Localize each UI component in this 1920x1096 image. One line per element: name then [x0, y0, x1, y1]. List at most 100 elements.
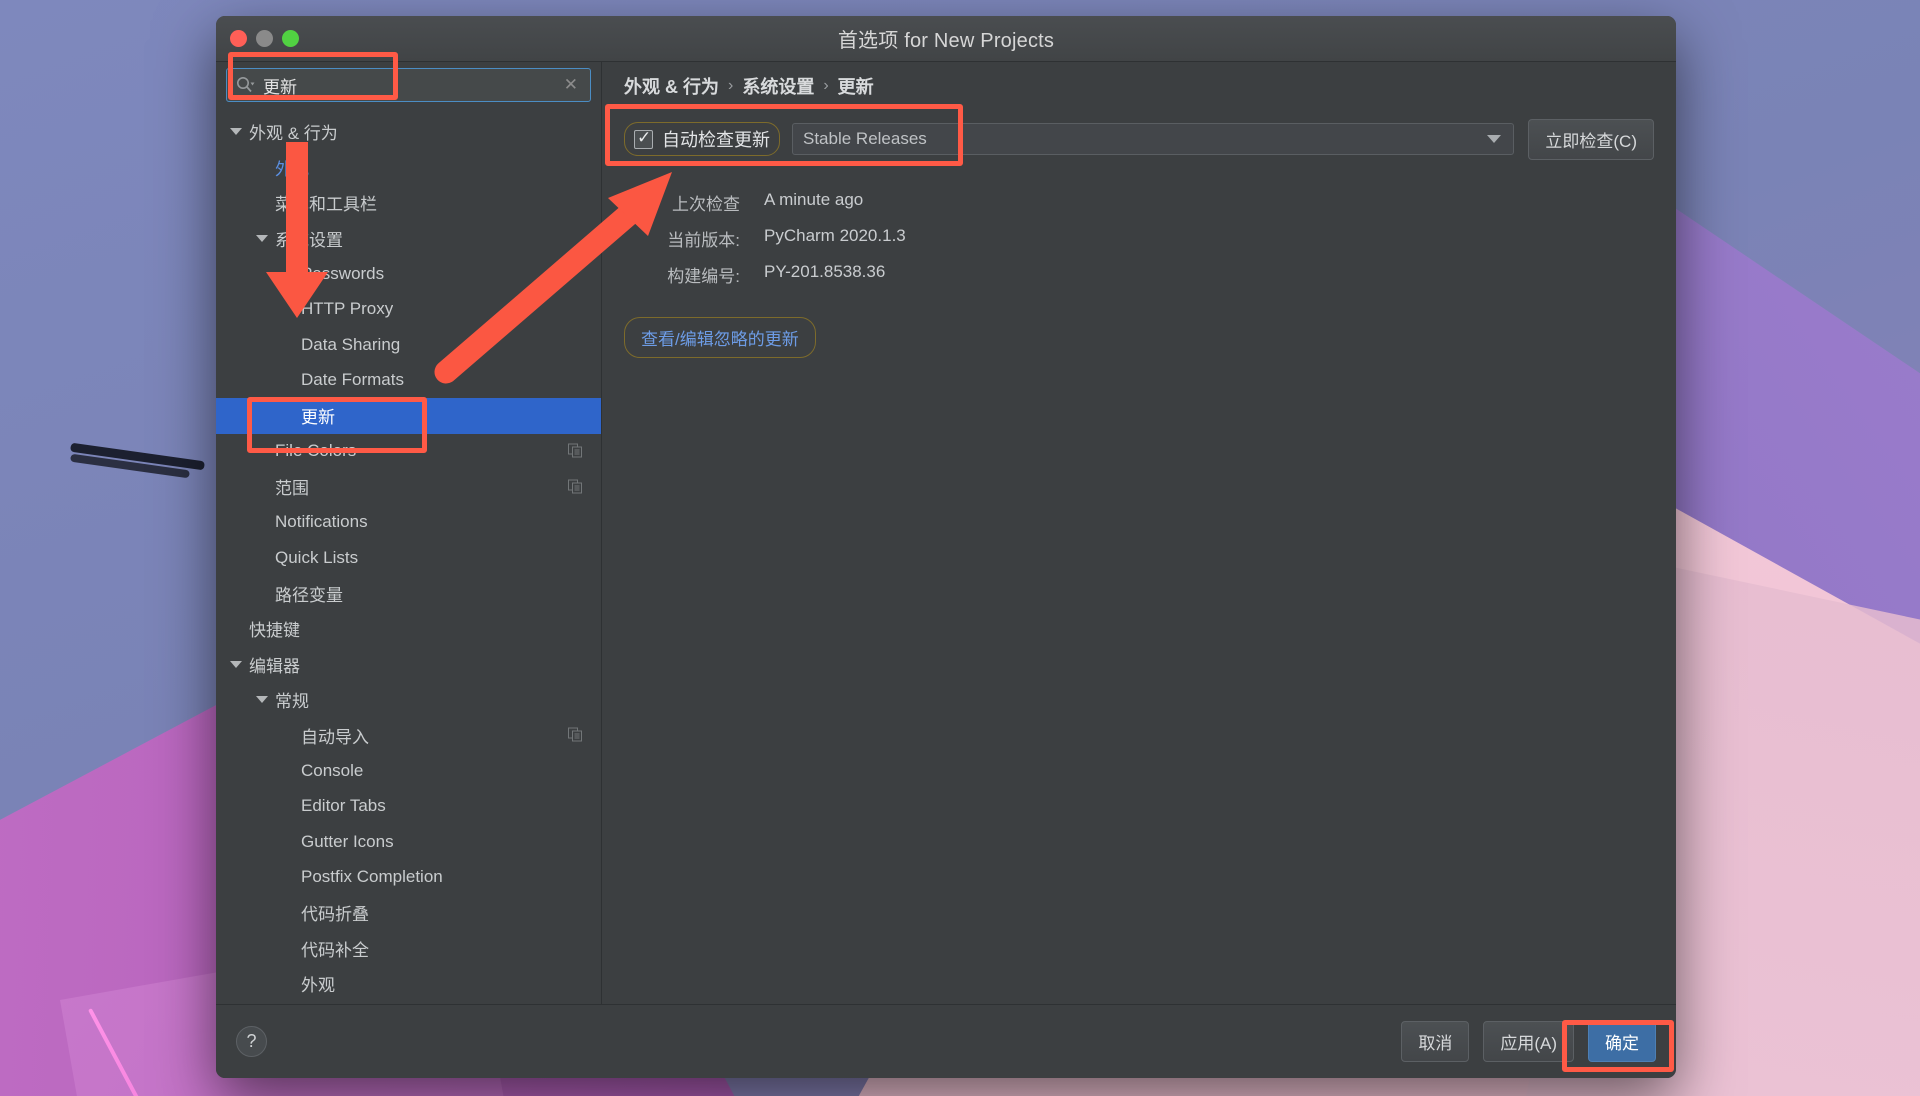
checkbox-icon	[634, 128, 653, 149]
sidebar-item-label: 更新	[301, 408, 335, 428]
sidebar-item[interactable]: 更新	[216, 398, 601, 434]
sidebar-item-label: 自动导入	[301, 727, 369, 747]
sidebar-item[interactable]: 智能 Keys	[216, 1002, 601, 1005]
copy-icon[interactable]	[568, 727, 583, 743]
sidebar-item[interactable]: 路径变量	[216, 576, 601, 612]
settings-tree[interactable]: 外观 & 行为 外观 菜单和工具栏 系统设置 Passwords HTTP Proxy Da…	[216, 110, 601, 1004]
sidebar-item[interactable]: Quick Lists	[216, 540, 601, 576]
sidebar-item-label: Notifications	[275, 512, 368, 532]
sidebar-item-label: Quick Lists	[275, 547, 359, 567]
close-button[interactable]	[230, 30, 247, 47]
sidebar-item[interactable]: 代码补全	[216, 931, 601, 967]
sidebar-item-label: Gutter Icons	[301, 831, 394, 851]
info-value: PY-201.8538.36	[764, 262, 886, 281]
sidebar-item[interactable]: 外观	[216, 150, 601, 186]
help-button[interactable]: ?	[236, 1026, 267, 1057]
sidebar-item[interactable]: Date Formats	[216, 363, 601, 399]
info-label: 上次检查	[672, 195, 740, 214]
sidebar-item-label: File Colors	[275, 441, 357, 461]
update-settings-content: 自动检查更新 Stable Releases 立即检查(C) 上次检查 A min…	[602, 110, 1676, 1004]
sidebar-item[interactable]: HTTP Proxy	[216, 292, 601, 328]
info-label: 当前版本:	[667, 231, 740, 250]
sidebar-item-label: 系统设置	[275, 230, 343, 250]
sidebar-item-label: 常规	[275, 692, 309, 712]
sidebar-item[interactable]: Notifications	[216, 505, 601, 541]
sidebar-item[interactable]: 快捷键	[216, 611, 601, 647]
update-info-grid: 上次检查 A minute ago 当前版本: PyCharm 2020.1.3 构建编…	[624, 190, 1654, 287]
sidebar-item[interactable]: Gutter Icons	[216, 824, 601, 860]
sidebar-item-label: Data Sharing	[301, 334, 401, 354]
sidebar-item-label: 外观 & 行为	[249, 124, 338, 144]
sidebar-item[interactable]: Passwords	[216, 256, 601, 292]
minimize-button[interactable]	[256, 30, 273, 47]
chevron-down-icon[interactable]	[256, 234, 268, 242]
ok-button[interactable]: 确定	[1588, 1021, 1656, 1062]
sidebar-item[interactable]: Console	[216, 753, 601, 789]
sidebar-item-label: HTTP Proxy	[301, 299, 394, 319]
breadcrumb-item[interactable]: 外观 & 行为	[624, 73, 719, 99]
sidebar-item[interactable]: 代码折叠	[216, 895, 601, 931]
settings-sidebar: 更新 ✕ 外观 & 行为 外观 菜单和工具栏 系统设置 Passwords HTTP Pr…	[216, 62, 602, 1004]
sidebar-item[interactable]: Data Sharing	[216, 327, 601, 363]
sidebar-item-label: Passwords	[301, 263, 385, 283]
breadcrumb-item[interactable]: 系统设置	[742, 73, 814, 99]
copy-icon[interactable]	[568, 443, 583, 459]
sidebar-item-label: 快捷键	[249, 621, 300, 641]
sidebar-item[interactable]: 外观	[216, 966, 601, 1002]
sidebar-item-label: Console	[301, 760, 364, 780]
auto-check-updates-checkbox[interactable]: 自动检查更新	[624, 122, 780, 156]
sidebar-item[interactable]: Postfix Completion	[216, 860, 601, 896]
sidebar-item-label: 代码折叠	[301, 905, 369, 925]
sidebar-item-label: Postfix Completion	[301, 867, 443, 887]
breadcrumb-item[interactable]: 更新	[838, 73, 874, 99]
sidebar-item[interactable]: 系统设置	[216, 221, 601, 257]
sidebar-item-label: 代码补全	[301, 940, 369, 960]
auto-check-label: 自动检查更新	[662, 130, 770, 150]
copy-icon[interactable]	[568, 479, 583, 494]
breadcrumb-separator: ›	[823, 77, 829, 94]
auto-check-row: 自动检查更新 Stable Releases 立即检查(C)	[624, 116, 1654, 162]
chevron-down-icon[interactable]	[230, 660, 242, 668]
search-input[interactable]: 更新 ✕	[226, 68, 591, 102]
info-value: A minute ago	[764, 190, 864, 209]
settings-detail-pane: 外观 & 行为 › 系统设置 › 更新 自动检查更新 Stable Releases 立…	[602, 62, 1676, 1004]
release-channel-select[interactable]: Stable Releases	[792, 123, 1515, 155]
dialog-footer: ? 取消 应用(A) 确定	[216, 1004, 1676, 1078]
sidebar-item[interactable]: 编辑器	[216, 647, 601, 683]
apply-button[interactable]: 应用(A)	[1483, 1021, 1574, 1062]
sidebar-item-label: 菜单和工具栏	[275, 195, 377, 215]
chevron-down-icon	[1487, 135, 1502, 143]
sidebar-item-label: 范围	[275, 479, 309, 499]
sidebar-item-label: 编辑器	[249, 656, 300, 676]
search-row: 更新 ✕	[216, 62, 601, 110]
traffic-lights	[230, 30, 299, 47]
breadcrumb-separator: ›	[728, 77, 734, 94]
search-icon	[235, 75, 255, 95]
sidebar-item-label: Editor Tabs	[301, 796, 386, 816]
desktop-background: 首选项 for New Projects 更新 ✕ 外观 & 行为 外观 菜单和…	[0, 0, 1920, 1096]
cancel-button[interactable]: 取消	[1401, 1021, 1470, 1062]
sidebar-item[interactable]: 菜单和工具栏	[216, 185, 601, 221]
sidebar-item-label: 外观	[275, 159, 309, 179]
view-edit-ignored-updates-button[interactable]: 查看/编辑忽略的更新	[624, 317, 816, 358]
search-value: 更新	[263, 77, 297, 97]
title-bar: 首选项 for New Projects	[216, 16, 1676, 62]
chevron-down-icon[interactable]	[230, 128, 242, 136]
sidebar-item-label: 路径变量	[275, 585, 343, 605]
sidebar-item[interactable]: 外观 & 行为	[216, 114, 601, 150]
info-label: 构建编号:	[667, 267, 740, 286]
window-title: 首选项 for New Projects	[837, 30, 1055, 52]
sidebar-item[interactable]: Editor Tabs	[216, 789, 601, 825]
footer-buttons: 取消 应用(A) 确定	[1401, 1021, 1656, 1062]
sidebar-item[interactable]: File Colors	[216, 434, 601, 470]
clear-search-icon[interactable]: ✕	[564, 75, 582, 95]
maximize-button[interactable]	[282, 30, 299, 47]
info-value: PyCharm 2020.1.3	[764, 226, 906, 245]
check-now-button[interactable]: 立即检查(C)	[1528, 118, 1654, 160]
preferences-dialog: 首选项 for New Projects 更新 ✕ 外观 & 行为 外观 菜单和…	[216, 16, 1676, 1078]
chevron-down-icon[interactable]	[256, 696, 268, 704]
sidebar-item[interactable]: 自动导入	[216, 718, 601, 754]
sidebar-item[interactable]: 常规	[216, 682, 601, 718]
release-channel-value: Stable Releases	[803, 129, 927, 148]
sidebar-item[interactable]: 范围	[216, 469, 601, 505]
